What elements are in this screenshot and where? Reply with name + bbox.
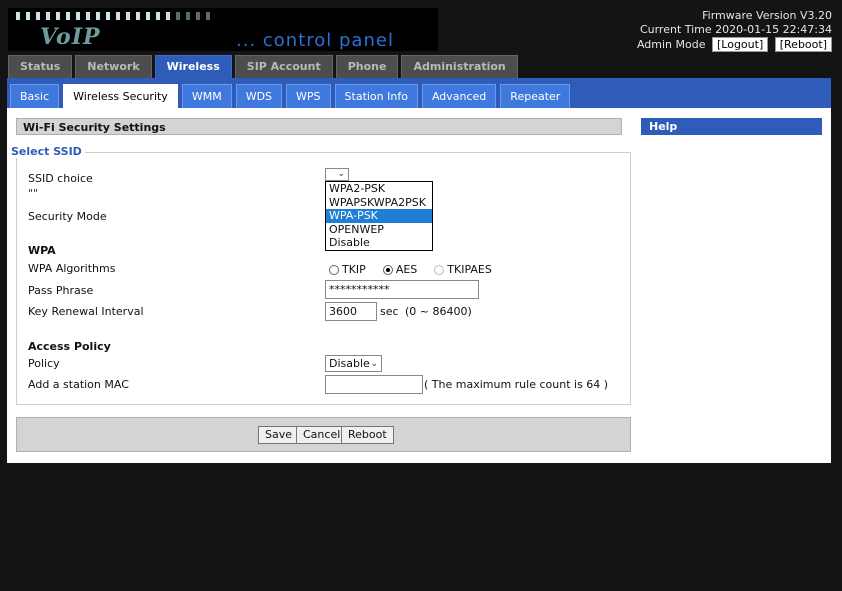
logout-button[interactable]: [Logout] — [711, 37, 769, 52]
subtab-basic[interactable]: Basic — [10, 84, 60, 108]
radio-tkipaes-label: TKIPAES — [447, 263, 492, 276]
cancel-button[interactable]: Cancel — [296, 426, 348, 444]
select-ssid-fieldset — [16, 152, 631, 405]
security-mode-option-highlighted[interactable]: WPA-PSK — [326, 209, 432, 223]
sub-tabs: Basic Wireless Security WMM WDS WPS Stat… — [10, 84, 574, 108]
security-mode-dropdown[interactable]: WPA2-PSK WPAPSKWPA2PSK WPA-PSK OPENWEP D… — [325, 181, 433, 251]
security-mode-option[interactable]: WPA2-PSK — [326, 182, 432, 196]
subtab-wps[interactable]: WPS — [286, 84, 331, 108]
chevron-down-icon: ⌄ — [370, 359, 378, 369]
wpa-algorithms-label: WPA Algorithms — [28, 262, 116, 275]
wpa-algorithms-group: TKIP AES TKIPAES — [329, 263, 492, 276]
tab-wireless[interactable]: Wireless — [154, 55, 232, 78]
select-ssid-legend: Select SSID — [9, 145, 85, 158]
logo-banner: VoIP ... control panel — [8, 8, 438, 51]
current-time: Current Time 2020-01-15 22:47:34 — [639, 23, 832, 36]
subtab-station-info[interactable]: Station Info — [334, 84, 418, 108]
ssid-name-text: "" — [28, 187, 39, 200]
key-renewal-label: Key Renewal Interval — [28, 305, 144, 318]
pass-phrase-label: Pass Phrase — [28, 284, 94, 297]
subtab-advanced[interactable]: Advanced — [421, 84, 497, 108]
ssid-choice-select[interactable]: ⌄ — [325, 168, 349, 181]
logo-dash-pattern — [16, 12, 216, 20]
firmware-version: Firmware Version V3.20 — [702, 9, 832, 22]
tab-administration[interactable]: Administration — [401, 55, 518, 78]
admin-mode-label: Admin Mode — [636, 38, 706, 51]
security-mode-label: Security Mode — [28, 210, 107, 223]
subtab-wireless-security[interactable]: Wireless Security — [63, 84, 178, 108]
tab-status[interactable]: Status — [8, 55, 73, 78]
chevron-down-icon: ⌄ — [337, 169, 345, 179]
add-mac-input[interactable] — [325, 375, 423, 394]
subtab-repeater[interactable]: Repeater — [500, 84, 571, 108]
logo-tagline: ... control panel — [236, 30, 394, 51]
security-mode-option[interactable]: Disable — [326, 236, 432, 250]
radio-tkip-label: TKIP — [342, 263, 366, 276]
subtab-wds[interactable]: WDS — [235, 84, 283, 108]
policy-select[interactable]: Disable ⌄ — [325, 355, 382, 372]
header-reboot-button[interactable]: [Reboot] — [774, 37, 832, 52]
tab-sip-account[interactable]: SIP Account — [234, 55, 333, 78]
help-title: Help — [641, 118, 822, 135]
tab-network[interactable]: Network — [75, 55, 152, 78]
logo-voip-text: VoIP — [40, 24, 101, 50]
content-panel: Wi-Fi Security Settings Help Select SSID… — [7, 108, 831, 463]
radio-aes[interactable] — [382, 265, 393, 275]
main-tabs: Status Network Wireless SIP Account Phon… — [8, 55, 521, 78]
max-rule-note: ( The maximum rule count is 64 ) — [424, 378, 609, 391]
security-mode-option[interactable]: WPAPSKWPA2PSK — [326, 196, 432, 210]
radio-tkipaes[interactable] — [434, 265, 445, 275]
policy-value: Disable — [329, 357, 370, 370]
pass-phrase-input[interactable]: *********** — [325, 280, 479, 299]
radio-tkip[interactable] — [329, 265, 339, 275]
section-title: Wi-Fi Security Settings — [16, 118, 622, 135]
key-renewal-unit: sec — [380, 305, 399, 318]
policy-label: Policy — [28, 357, 60, 370]
access-policy-heading: Access Policy — [28, 340, 111, 353]
subtab-wmm[interactable]: WMM — [181, 84, 232, 108]
wpa-heading: WPA — [28, 244, 56, 257]
ssid-choice-label: SSID choice — [28, 172, 93, 185]
add-mac-label: Add a station MAC — [28, 378, 129, 391]
key-renewal-range: (0 ~ 86400) — [405, 305, 472, 318]
tab-phone[interactable]: Phone — [335, 55, 399, 78]
header-info: Firmware Version V3.20 Current Time 2020… — [637, 9, 832, 52]
security-mode-option[interactable]: OPENWEP — [326, 223, 432, 237]
save-button[interactable]: Save — [258, 426, 300, 444]
radio-aes-label: AES — [395, 263, 418, 276]
reboot-button[interactable]: Reboot — [341, 426, 394, 444]
key-renewal-input[interactable]: 3600 — [325, 302, 377, 321]
